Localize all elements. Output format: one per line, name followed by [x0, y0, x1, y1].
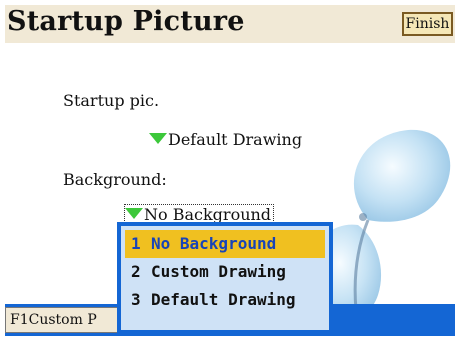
page-title: Startup Picture: [7, 6, 245, 37]
startup-pic-value: Default Drawing: [168, 130, 303, 149]
background-label: Background:: [63, 170, 167, 189]
title-bar: Startup Picture Finish: [5, 5, 455, 43]
background-options-popup: 1 No Background 2 Custom Drawing 3 Default …: [117, 222, 333, 334]
dropdown-arrow-icon: [125, 208, 143, 219]
option-custom-drawing[interactable]: 2 Custom Drawing: [125, 258, 325, 286]
options-list: 1 No Background 2 Custom Drawing 3 Default …: [121, 226, 329, 330]
startup-pic-dropdown[interactable]: Default Drawing: [149, 130, 302, 149]
finish-button[interactable]: Finish: [402, 12, 453, 36]
screen: Startup Picture Finish Startup pic. Defa…: [5, 5, 455, 336]
startup-pic-label: Startup pic.: [63, 91, 160, 110]
option-default-drawing[interactable]: 3 Default Drawing: [125, 286, 325, 314]
option-no-background[interactable]: 1 No Background: [125, 230, 325, 258]
status-hint: F1Custom P: [5, 307, 125, 333]
dropdown-arrow-icon: [149, 133, 167, 144]
